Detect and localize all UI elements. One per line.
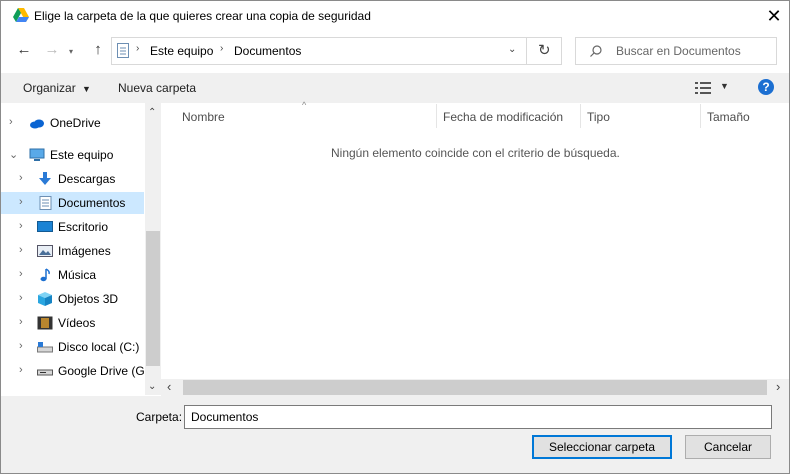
column-divider[interactable] (580, 104, 581, 128)
column-header-name[interactable]: Nombre (182, 110, 225, 132)
breadcrumb-este-equipo[interactable]: Este equipo (150, 44, 213, 58)
empty-state-message: Ningún elemento coincide con el criterio… (331, 146, 620, 160)
breadcrumb-documentos[interactable]: Documentos (234, 44, 301, 58)
chevron-right-icon[interactable]: › (19, 340, 29, 352)
chevron-right-icon[interactable]: › (19, 196, 29, 208)
download-icon (39, 172, 51, 185)
folder-label: Carpeta: (136, 410, 183, 424)
search-box[interactable]: Buscar en Documentos (575, 37, 777, 65)
drive-icon (37, 342, 53, 353)
address-divider (526, 38, 527, 64)
cancel-button[interactable]: Cancelar (685, 435, 771, 459)
sidebar-item-label: Objetos 3D (58, 292, 119, 306)
sidebar-item-imagenes[interactable]: › Imágenes (1, 240, 144, 262)
sidebar-item-objetos-3d[interactable]: › Objetos 3D (1, 288, 144, 310)
sidebar-item-onedrive[interactable]: › OneDrive (1, 112, 144, 134)
chevron-right-icon[interactable]: › (19, 220, 29, 232)
document-icon (117, 43, 129, 58)
google-drive-icon (13, 8, 29, 22)
file-dialog-window: Elige la carpeta de la que quieres crear… (0, 0, 790, 474)
sidebar-item-escritorio[interactable]: › Escritorio (1, 216, 144, 238)
cloud-icon (30, 119, 44, 129)
column-divider[interactable] (700, 104, 701, 128)
address-bar[interactable]: › Este equipo › Documentos ⌄ ↻ (111, 37, 562, 65)
sidebar-item-label: Documentos (58, 196, 126, 210)
new-folder-button[interactable]: Nueva carpeta (118, 81, 196, 95)
breadcrumb-separator-icon: › (136, 43, 140, 54)
forward-button[interactable]: → (41, 39, 63, 61)
back-button[interactable]: ← (13, 39, 35, 61)
sidebar-item-descargas[interactable]: › Descargas (1, 168, 144, 190)
sidebar-item-label: Este equipo (50, 148, 114, 162)
sidebar-item-documentos[interactable]: › Documentos (1, 192, 144, 214)
chevron-right-icon[interactable]: › (19, 292, 29, 304)
organize-label: Organizar (23, 81, 76, 95)
title-bar: Elige la carpeta de la que quieres crear… (1, 1, 789, 31)
chevron-right-icon[interactable]: › (19, 172, 29, 184)
desktop-icon (37, 221, 53, 232)
organize-button[interactable]: Organizar ▼ (23, 81, 91, 95)
column-header-type[interactable]: Tipo (587, 110, 610, 132)
sort-ascending-icon: ^ (302, 100, 307, 110)
sidebar-item-este-equipo[interactable]: ⌄ Este equipo (1, 144, 144, 166)
3d-objects-icon (38, 292, 52, 306)
scroll-down-icon[interactable]: ⌄ (148, 381, 156, 392)
scroll-up-icon[interactable]: ⌃ (148, 107, 156, 118)
search-icon (590, 45, 602, 57)
sidebar-item-label: Escritorio (58, 220, 109, 234)
column-divider[interactable] (436, 104, 437, 128)
sidebar-item-disco-local[interactable]: › Disco local (C:) (1, 336, 144, 358)
folder-name-value: Documentos (191, 410, 259, 424)
sidebar-item-label: OneDrive (50, 116, 101, 130)
chevron-right-icon[interactable]: › (19, 316, 29, 328)
sidebar-item-videos[interactable]: › Vídeos (1, 312, 144, 334)
sidebar-item-musica[interactable]: › Música (1, 264, 144, 286)
chevron-down-icon: ▼ (82, 84, 91, 94)
pictures-icon (37, 245, 53, 257)
sidebar-item-label: Música (58, 268, 97, 282)
select-folder-button[interactable]: Seleccionar carpeta (532, 435, 672, 459)
sidebar-item-label: Vídeos (58, 316, 96, 330)
drive-icon (37, 369, 53, 376)
document-icon (39, 196, 52, 210)
computer-icon (29, 148, 45, 161)
column-header-size[interactable]: Tamaño (707, 110, 750, 132)
refresh-button[interactable]: ↻ (538, 41, 551, 59)
sidebar-item-label: Google Drive (G: (58, 364, 149, 378)
chevron-right-icon[interactable]: › (19, 244, 29, 256)
navigation-scrollbar-thumb[interactable] (146, 231, 160, 366)
recent-locations-chevron-icon[interactable]: ▾ (69, 47, 73, 56)
up-button[interactable]: ↑ (87, 39, 109, 61)
command-bar: Organizar ▼ Nueva carpeta ▼ ? (1, 73, 789, 103)
videos-icon (37, 316, 53, 330)
breadcrumb-separator-icon: › (220, 43, 224, 54)
chevron-right-icon[interactable]: › (9, 116, 19, 128)
address-dropdown-icon[interactable]: ⌄ (508, 44, 516, 55)
sidebar-item-label: Descargas (58, 172, 116, 186)
content-scrollbar-thumb[interactable] (183, 380, 767, 395)
chevron-down-icon[interactable]: ⌄ (9, 148, 19, 161)
window-title: Elige la carpeta de la que quieres crear… (34, 9, 371, 23)
view-options-icon[interactable] (695, 82, 711, 94)
scroll-left-icon[interactable]: ‹ (167, 379, 171, 394)
chevron-right-icon[interactable]: › (19, 364, 29, 376)
help-button[interactable]: ? (758, 79, 774, 95)
view-dropdown-icon[interactable]: ▼ (720, 81, 729, 91)
folder-name-input[interactable]: Documentos (184, 405, 772, 429)
scroll-right-icon[interactable]: › (776, 379, 780, 394)
sidebar-item-google-drive[interactable]: › Google Drive (G: (1, 360, 148, 382)
chevron-right-icon[interactable]: › (19, 268, 29, 280)
search-input[interactable]: Buscar en Documentos (616, 44, 741, 58)
sidebar-item-label: Disco local (C:) (58, 340, 140, 354)
music-icon (40, 268, 50, 282)
sidebar-item-label: Imágenes (58, 244, 111, 258)
close-button[interactable]: ✕ (761, 4, 787, 28)
navigation-pane: › OneDrive ⌄ Este equipo › Descargas › D… (1, 103, 161, 395)
column-header-modified[interactable]: Fecha de modificación (443, 110, 563, 132)
